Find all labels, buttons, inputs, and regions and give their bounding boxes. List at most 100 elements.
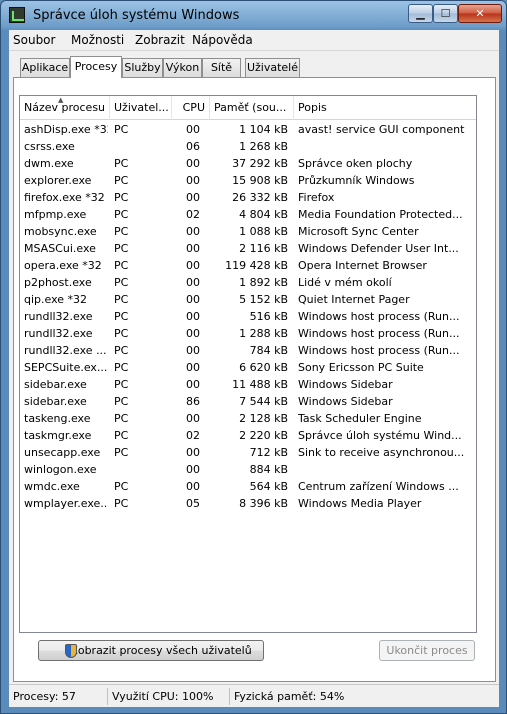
table-row[interactable]: mfpmp.exe PC 02 4 804 kB Media Foundation Pr… [20,206,476,223]
process-user-cell: PC [114,174,129,187]
menu-napoveda[interactable]: Nápověda [192,33,253,47]
process-user-cell: PC [114,395,129,408]
process-cpu-cell: 00 [186,412,200,425]
process-user-cell: PC [114,157,129,170]
process-memory-cell: 1 104 kB [239,123,288,136]
status-cpu-usage: Využití CPU: 100% [107,688,225,705]
table-row[interactable]: sidebar.exe PC 00 11 488 kB Windows Sidebar [20,376,476,393]
process-cpu-cell: 05 [186,497,200,510]
column-header-cpu[interactable]: CPU [172,96,210,120]
table-row[interactable]: unsecapp.exe PC 00 712 kB Sink to receive as… [20,444,476,461]
table-row[interactable]: rundll32.exe PC 00 516 kB Windows host proce… [20,308,476,325]
column-header-description[interactable]: Popis [294,96,476,120]
table-row[interactable]: sidebar.exe PC 86 7 544 kB Windows Sidebar [20,393,476,410]
table-row[interactable]: taskmgr.exe PC 02 2 220 kB Správce úloh syst… [20,427,476,444]
menu-zobrazit[interactable]: Zobrazit [135,33,185,47]
table-row[interactable]: p2phost.exe PC 00 1 892 kB Lidé v mém okolí [20,274,476,291]
process-memory-cell: 15 908 kB [232,174,288,187]
process-memory-cell: 26 332 kB [232,191,288,204]
tab-vykon[interactable]: Výkon [163,58,202,77]
process-name-cell: taskmgr.exe [24,429,92,442]
column-header-memory[interactable]: Paměť (sou... [210,96,294,120]
table-row[interactable]: winlogon.exe 00 884 kB [20,461,476,478]
process-user-cell: PC [114,276,129,289]
table-row[interactable]: rundll32.exe ... PC 00 784 kB Windows host p… [20,342,476,359]
tab-procesy[interactable]: Procesy [70,56,122,78]
maximize-button[interactable]: ☐ [433,4,458,23]
process-description-cell: Windows host process (Run... [298,310,460,323]
tab-sluzby[interactable]: Služby [122,58,163,77]
process-description-cell: Sony Ericsson PC Suite [298,361,424,374]
table-row[interactable]: MSASCui.exe PC 00 2 116 kB Windows Defender … [20,240,476,257]
process-memory-cell: 884 kB [249,463,288,476]
process-memory-cell: 1 088 kB [239,225,288,238]
minimize-button[interactable]: ▁ [408,4,433,23]
table-row[interactable]: SEPCSuite.ex... PC 00 6 620 kB Sony Ericsson… [20,359,476,376]
process-name-cell: winlogon.exe [24,463,97,476]
table-row[interactable]: wmplayer.exe... PC 05 8 396 kB Windows Media… [20,495,476,512]
table-row[interactable]: wmdc.exe PC 00 564 kB Centrum zařízení Windo… [20,478,476,495]
table-row[interactable]: ashDisp.exe *32 PC 00 1 104 kB avast! servic… [20,121,476,138]
tab-aplikace[interactable]: Aplikace [20,58,70,77]
process-memory-cell: 4 804 kB [239,208,288,221]
process-cpu-cell: 06 [186,140,200,153]
tab-uzivatele[interactable]: Uživatelé [245,58,300,77]
process-cpu-cell: 02 [186,429,200,442]
column-header-user[interactable]: Uživatel... [110,96,172,120]
title-bar[interactable]: Správce úloh systému Windows ▁ ☐ ✕ [1,1,506,29]
process-memory-cell: 1 268 kB [239,140,288,153]
process-cpu-cell: 00 [186,259,200,272]
table-row[interactable]: taskeng.exe PC 00 2 128 kB Task Scheduler En… [20,410,476,427]
process-description-cell: Správce oken plochy [298,157,413,170]
process-description-cell: Windows Sidebar [298,395,393,408]
sort-ascending-icon: ▲ [58,96,64,104]
process-description-cell: Windows Media Player [298,497,422,510]
table-row[interactable]: explorer.exe PC 00 15 908 kB Průzkumník Wind… [20,172,476,189]
table-row[interactable]: rundll32.exe PC 00 1 288 kB Windows host pro… [20,325,476,342]
process-memory-cell: 516 kB [249,310,288,323]
close-button[interactable]: ✕ [458,4,502,23]
process-cpu-cell: 00 [186,293,200,306]
process-memory-cell: 712 kB [249,446,288,459]
process-description-cell: Quiet Internet Pager [298,293,410,306]
process-name-cell: wmdc.exe [24,480,80,493]
table-row[interactable]: firefox.exe *32 PC 00 26 332 kB Firefox [20,189,476,206]
process-name-cell: rundll32.exe ... [24,344,107,357]
tab-site[interactable]: Sítě [202,58,241,77]
process-list[interactable]: ▲ Název procesu Uživatel... CPU Paměť (s… [19,95,477,633]
task-manager-window: Správce úloh systému Windows ▁ ☐ ✕ Soubo… [0,0,507,714]
process-name-cell: unsecapp.exe [24,446,101,459]
list-header: ▲ Název procesu Uživatel... CPU Paměť (s… [20,96,476,120]
table-row[interactable]: mobsync.exe PC 00 1 088 kB Microsoft Sync Ce… [20,223,476,240]
table-row[interactable]: qip.exe *32 PC 00 5 152 kB Quiet Internet Pa… [20,291,476,308]
table-row[interactable]: dwm.exe PC 00 37 292 kB Správce oken plochy [20,155,476,172]
process-description-cell [298,461,476,478]
process-name-cell: taskeng.exe [24,412,91,425]
menu-moznosti[interactable]: Možnosti [71,33,124,47]
show-all-users-processes-button[interactable]: Zobrazit procesy všech uživatelů [38,640,264,661]
task-manager-app-icon [9,7,25,23]
process-memory-cell: 2 116 kB [239,242,288,255]
end-process-button[interactable]: Ukončit proces [379,640,475,661]
process-user-cell: PC [114,259,129,272]
process-cpu-cell: 00 [186,191,200,204]
column-header-name[interactable]: ▲ Název procesu [20,96,110,120]
process-cpu-cell: 00 [186,361,200,374]
process-user-cell: PC [114,446,129,459]
process-user-cell: PC [114,123,129,136]
menu-soubor[interactable]: Soubor [13,33,55,47]
process-cpu-cell: 00 [186,123,200,136]
table-row[interactable]: opera.exe *32 PC 00 119 428 kB Opera Interne… [20,257,476,274]
process-user-cell: PC [114,412,129,425]
process-name-cell: sidebar.exe [24,395,87,408]
process-user-cell: PC [114,191,129,204]
process-name-cell: csrss.exe [24,140,75,153]
processes-panel: ▲ Název procesu Uživatel... CPU Paměť (s… [13,77,496,682]
process-name-cell: dwm.exe [24,157,74,170]
menu-bar: Soubor Možnosti Zobrazit Nápověda [9,30,499,51]
process-description-cell: Sink to receive asynchronou... [298,446,465,459]
process-description-cell: Task Scheduler Engine [298,412,422,425]
table-row[interactable]: csrss.exe 06 1 268 kB [20,138,476,155]
process-memory-cell: 7 544 kB [239,395,288,408]
process-memory-cell: 564 kB [249,480,288,493]
